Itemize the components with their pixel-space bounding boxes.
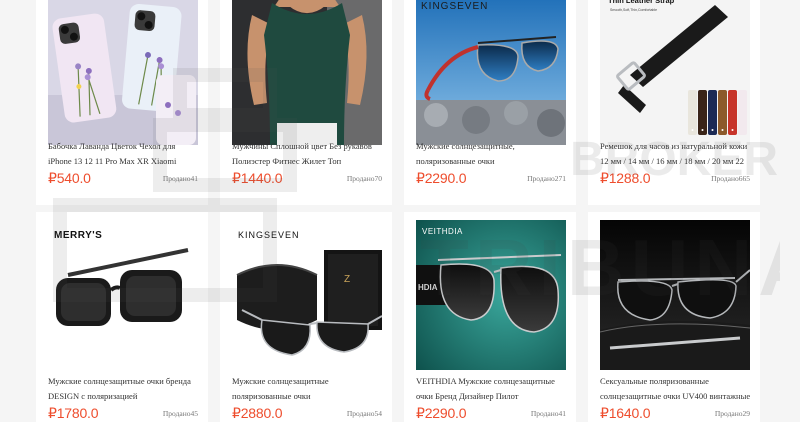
- svg-text:Z: Z: [344, 274, 350, 285]
- product-title[interactable]: Мужские солнцезащитные поляризованные оч…: [232, 374, 384, 404]
- product-image-phone-case[interactable]: [48, 0, 198, 145]
- product-sold-count: Продано41: [162, 174, 198, 183]
- product-sold-count: Продано70: [346, 174, 382, 183]
- product-price: ₽2290.0: [416, 170, 467, 186]
- product-price: ₽1440.0: [232, 170, 283, 186]
- product-title[interactable]: Мужчины Сплошной цвет Без рукавов Полиэс…: [232, 139, 384, 169]
- product-title[interactable]: Ремешок для часов из натуральной кожи 12…: [600, 139, 752, 169]
- product-grid: Бабочка Лаванда Цветок Чехол для iPhone …: [0, 0, 800, 422]
- box-logo: HDIA: [418, 283, 438, 292]
- product-image-pilot-sunglasses[interactable]: VEITHDIA HDIA: [416, 220, 566, 370]
- brand-logo: KINGSEVEN: [421, 1, 488, 12]
- product-price: ₽2290.0: [416, 405, 467, 421]
- product-card[interactable]: Мужчины Сплошной цвет Без рукавов Полиэс…: [220, 0, 392, 205]
- product-image-square-sunglasses[interactable]: MERRY'S: [48, 220, 198, 370]
- product-price: ₽1288.0: [600, 170, 651, 186]
- product-price: ₽1780.0: [48, 405, 99, 421]
- product-sold-count: Продано29: [714, 409, 750, 418]
- product-title[interactable]: VEITHDIA Мужские солнцезащитные очки Бре…: [416, 374, 568, 404]
- product-card[interactable]: KINGSEVEN Мужские солнцезащитные, поляри…: [404, 0, 576, 205]
- product-title[interactable]: Сексуальные поляризованные солнцезащитны…: [600, 374, 752, 404]
- product-sold-count: Продано54: [346, 409, 382, 418]
- strap-banner-sub: Smooth,Soft,Thin,Comfortable: [610, 8, 657, 12]
- product-title[interactable]: Бабочка Лаванда Цветок Чехол для iPhone …: [48, 139, 200, 169]
- product-card[interactable]: Thin Leather Strap Smooth,Soft,Thin,Comf…: [588, 0, 760, 205]
- product-sold-count: Продано41: [530, 409, 566, 418]
- product-card[interactable]: MERRY'S Мужские солнцезащитные очки брен…: [36, 212, 208, 422]
- product-price: ₽2880.0: [232, 405, 283, 421]
- product-price: ₽1640.0: [600, 405, 651, 421]
- product-image-aviator-sunglasses[interactable]: KINGSEVEN: [416, 0, 566, 145]
- product-image-sport-sunglasses[interactable]: [600, 220, 750, 370]
- product-title[interactable]: Мужские солнцезащитные очки бренда DESIG…: [48, 374, 200, 404]
- product-image-watch-strap[interactable]: Thin Leather Strap Smooth,Soft,Thin,Comf…: [600, 0, 750, 145]
- product-title[interactable]: Мужские солнцезащитные, поляризованные о…: [416, 139, 568, 169]
- brand-logo: KINGSEVEN: [238, 230, 300, 240]
- product-card[interactable]: VEITHDIA HDIA VEITHDIA Мужские солнцезащ…: [404, 212, 576, 422]
- product-image-sunglasses-case[interactable]: KINGSEVEN Z: [232, 220, 382, 370]
- product-card[interactable]: Сексуальные поляризованные солнцезащитны…: [588, 212, 760, 422]
- product-card[interactable]: KINGSEVEN Z Мужские солнцезащитные поляр…: [220, 212, 392, 422]
- strap-banner-title: Thin Leather Strap: [608, 0, 675, 5]
- product-card[interactable]: Бабочка Лаванда Цветок Чехол для iPhone …: [36, 0, 208, 205]
- brand-logo: MERRY'S: [54, 230, 102, 241]
- product-sold-count: Продано271: [527, 174, 566, 183]
- product-image-tank-top[interactable]: [232, 0, 382, 145]
- product-sold-count: Продано45: [162, 409, 198, 418]
- product-price: ₽540.0: [48, 170, 91, 186]
- product-sold-count: Продано665: [711, 174, 750, 183]
- brand-logo: VEITHDIA: [422, 227, 463, 236]
